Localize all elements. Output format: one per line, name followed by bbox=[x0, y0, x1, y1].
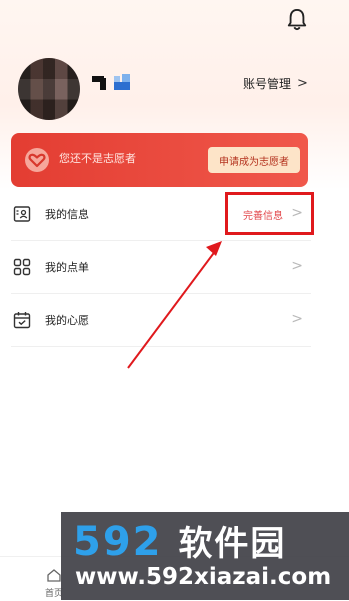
volunteer-banner: 您还不是志愿者 申请成为志愿者 bbox=[11, 133, 308, 187]
watermark-logo-digits: 592 bbox=[73, 519, 163, 565]
watermark-url: www.592xiazai.com bbox=[75, 564, 332, 590]
avatar[interactable] bbox=[18, 58, 80, 120]
home-icon bbox=[47, 569, 61, 582]
heart-icon bbox=[25, 148, 49, 172]
watermark-logo: 592 软件园 bbox=[73, 516, 286, 565]
watermark: 592 软件园 www.592xiazai.com bbox=[61, 512, 349, 600]
volunteer-status-text: 您还不是志愿者 bbox=[59, 152, 136, 165]
menu-item-label: 我的信息 bbox=[45, 208, 89, 221]
username-pixelated bbox=[92, 72, 134, 92]
menu-item-label: 我的点单 bbox=[45, 261, 89, 274]
grid-icon bbox=[13, 258, 31, 276]
id-card-icon bbox=[13, 206, 31, 222]
bell-icon[interactable] bbox=[286, 8, 308, 32]
account-management-link[interactable]: 账号管理 > bbox=[243, 73, 308, 93]
apply-volunteer-button[interactable]: 申请成为志愿者 bbox=[208, 147, 300, 173]
chevron-right-icon: > bbox=[291, 258, 303, 274]
annotation-highlight-box bbox=[225, 192, 314, 235]
chevron-right-icon: > bbox=[291, 311, 303, 327]
menu-item-my-orders[interactable]: 我的点单 > bbox=[11, 241, 311, 294]
menu-item-label: 我的心愿 bbox=[45, 314, 89, 327]
menu-item-my-wishes[interactable]: 我的心愿 > bbox=[11, 294, 311, 347]
watermark-logo-text: 软件园 bbox=[178, 524, 287, 564]
account-management-label: 账号管理 bbox=[243, 76, 292, 91]
chevron-right-icon: > bbox=[297, 75, 308, 91]
calendar-icon bbox=[13, 312, 31, 329]
